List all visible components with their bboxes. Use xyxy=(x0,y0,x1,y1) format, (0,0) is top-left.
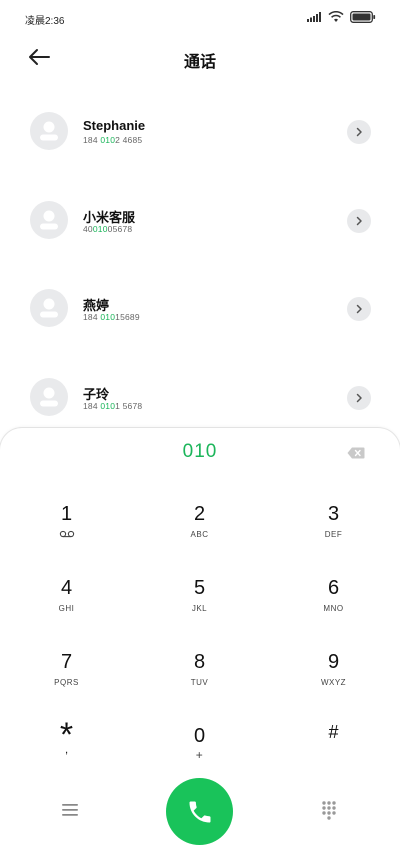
contact-item[interactable]: 燕婷 184 01015689 xyxy=(0,269,400,358)
contact-number: 4001005678 xyxy=(83,223,133,234)
avatar xyxy=(30,377,68,416)
contact-item[interactable]: Stephanie 184 0102 4685 xyxy=(0,92,400,181)
key-letters: JKL xyxy=(191,604,208,613)
key-digit: 9 xyxy=(327,651,340,673)
key-letters: , xyxy=(64,742,69,756)
dialer-bottom-bar xyxy=(0,778,400,848)
contact-detail-button[interactable] xyxy=(347,208,371,233)
contact-number: 184 0102 4685 xyxy=(83,135,143,145)
avatar xyxy=(30,112,68,150)
dialer-panel: 010 1 2 ABC 3 DEF 4 GHI 5 JKL 6 MNO 7 PQ… xyxy=(0,428,400,866)
key-8[interactable]: 8 TUV xyxy=(133,638,266,712)
person-icon xyxy=(40,210,58,229)
call-button[interactable] xyxy=(166,778,233,845)
backspace-icon xyxy=(347,447,365,459)
key-star[interactable]: * , xyxy=(0,712,133,786)
wifi-icon xyxy=(328,11,344,22)
header: 通话 xyxy=(0,38,400,78)
chevron-right-icon xyxy=(356,393,362,402)
key-3[interactable]: 3 DEF xyxy=(267,490,400,564)
battery-icon xyxy=(350,11,376,23)
contact-detail-button[interactable] xyxy=(347,297,371,321)
key-4[interactable]: 4 GHI xyxy=(0,564,133,638)
key-5[interactable]: 5 JKL xyxy=(133,564,266,638)
key-2[interactable]: 2 ABC xyxy=(133,490,266,564)
key-letters: GHI xyxy=(58,604,75,613)
chevron-right-icon xyxy=(356,127,362,137)
key-digit: 5 xyxy=(193,577,206,599)
person-icon xyxy=(40,121,58,141)
voicemail-icon xyxy=(0,530,133,540)
key-digit: 6 xyxy=(327,577,340,599)
key-letters: PQRS xyxy=(54,678,79,687)
person-icon xyxy=(40,298,58,318)
key-digit: 0 xyxy=(193,725,206,747)
status-bar: 凌晨2:36 xyxy=(0,0,400,34)
dial-input[interactable]: 010 xyxy=(0,441,400,463)
status-time: 凌晨2:36 xyxy=(25,16,65,27)
key-digit: 8 xyxy=(193,651,206,673)
key-digit: 3 xyxy=(327,503,340,525)
key-0[interactable]: 0 + xyxy=(133,712,266,786)
key-digit: # xyxy=(328,722,339,742)
key-digit: 1 xyxy=(60,503,73,525)
menu-button[interactable] xyxy=(61,802,79,818)
page-title: 通话 xyxy=(183,54,216,71)
dialpad-toggle-button[interactable] xyxy=(321,800,337,820)
chevron-right-icon xyxy=(356,304,362,314)
status-icons xyxy=(307,11,376,23)
phone-icon xyxy=(189,801,210,822)
signal-icon xyxy=(307,12,321,22)
key-1[interactable]: 1 xyxy=(0,490,133,564)
key-letters: ABC xyxy=(190,530,209,539)
key-letters: WXYZ xyxy=(320,678,347,687)
key-6[interactable]: 6 MNO xyxy=(267,564,400,638)
backspace-button[interactable] xyxy=(347,446,365,459)
avatar xyxy=(30,289,68,327)
key-letters: + xyxy=(195,748,204,762)
contact-number: 184 01015689 xyxy=(83,312,140,322)
menu-icon xyxy=(62,804,78,816)
key-letters: DEF xyxy=(324,530,343,539)
contact-list: Stephanie 184 0102 4685 小米客服 4001005678 … xyxy=(0,92,400,446)
contact-detail-button[interactable] xyxy=(347,120,371,144)
contact-detail-button[interactable] xyxy=(347,385,371,410)
key-9[interactable]: 9 WXYZ xyxy=(267,638,400,712)
key-hash[interactable]: # xyxy=(267,712,400,786)
key-digit: 2 xyxy=(193,503,206,525)
key-letters: TUV xyxy=(190,678,209,687)
avatar xyxy=(30,200,68,239)
key-digit: 7 xyxy=(60,651,73,673)
contact-item[interactable]: 小米客服 4001005678 xyxy=(0,181,400,270)
contact-name: Stephanie xyxy=(83,118,146,133)
key-7[interactable]: 7 PQRS xyxy=(0,638,133,712)
key-letters: MNO xyxy=(323,604,344,613)
dialpad-icon xyxy=(322,801,336,820)
key-digit: 4 xyxy=(60,577,73,599)
person-icon xyxy=(40,387,58,406)
contact-number: 184 0101 5678 xyxy=(83,400,143,411)
chevron-right-icon xyxy=(356,216,362,225)
